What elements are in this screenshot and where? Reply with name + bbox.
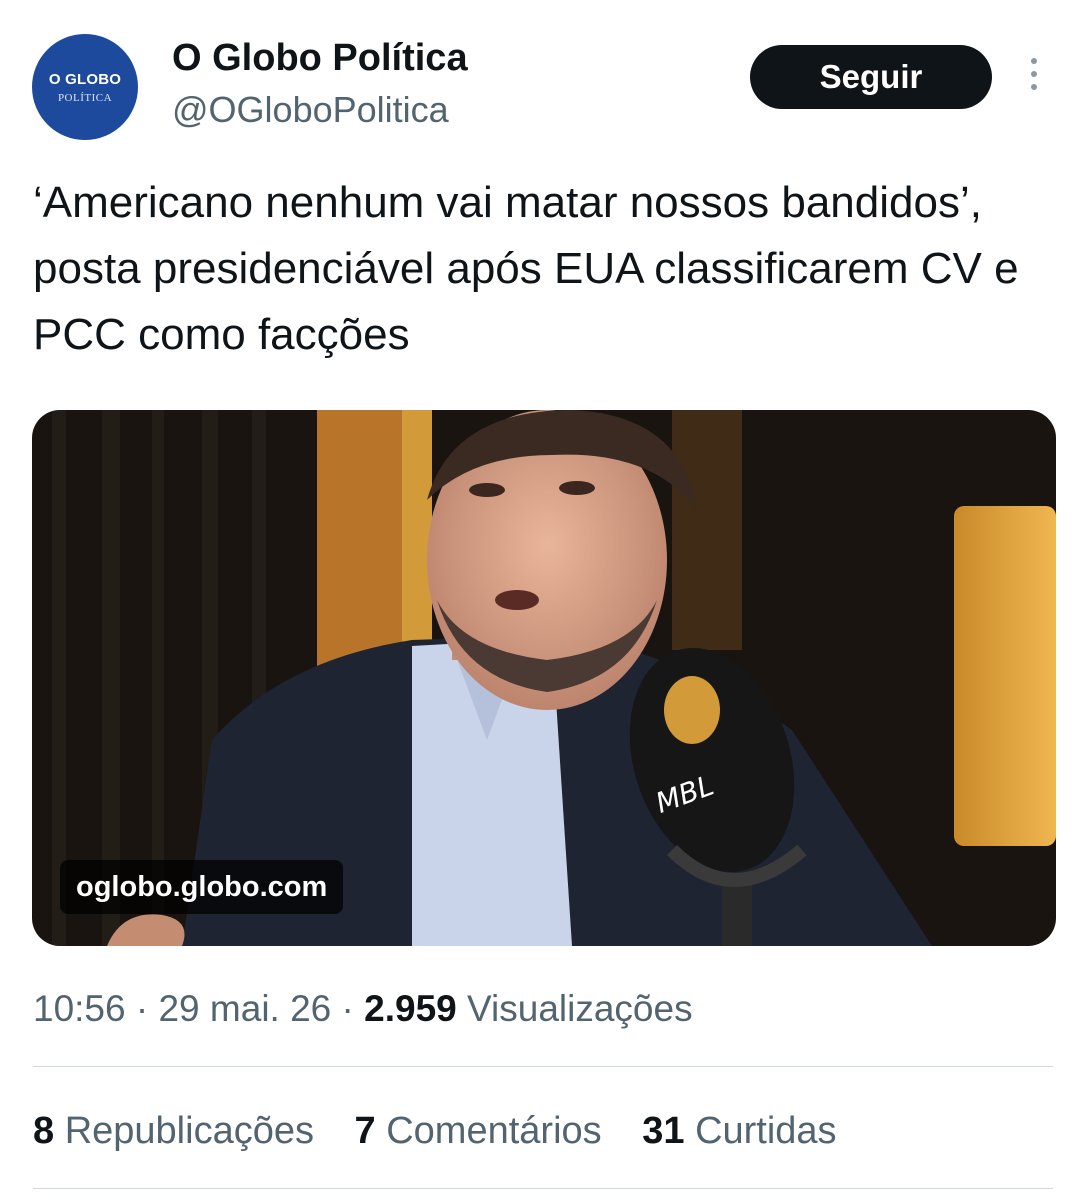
- likes-stat[interactable]: 31 Curtidas: [642, 1106, 836, 1156]
- avatar-logo-line2: POLÍTICA: [57, 91, 113, 104]
- engagement-stats: 8 Republicações 7 Comentários 31 Curtida…: [33, 1106, 867, 1156]
- comments-count: 7: [354, 1110, 376, 1152]
- account-handle[interactable]: @OGloboPolitica: [172, 88, 449, 132]
- more-options-icon[interactable]: [1022, 58, 1046, 98]
- meta-separator: ·: [341, 988, 354, 1029]
- meta-separator: ·: [135, 988, 149, 1029]
- comments-stat[interactable]: 7 Comentários: [355, 1106, 602, 1156]
- link-domain-badge[interactable]: oglobo.globo.com: [60, 860, 344, 914]
- reposts-count: 8: [33, 1110, 55, 1152]
- account-name[interactable]: O Globo Política: [172, 36, 468, 80]
- reposts-stat[interactable]: 8 Republicações: [33, 1106, 314, 1156]
- divider: [33, 1066, 1053, 1067]
- tweet-date[interactable]: 29 mai. 26: [158, 988, 331, 1029]
- divider: [33, 1188, 1053, 1189]
- likes-count: 31: [642, 1110, 685, 1152]
- follow-button[interactable]: Seguir: [750, 45, 992, 109]
- tweet-time[interactable]: 10:56: [33, 988, 126, 1029]
- likes-label: Curtidas: [695, 1110, 837, 1152]
- reposts-label: Republicações: [64, 1110, 314, 1152]
- tweet-meta: 10:56 · 29 mai. 26 · 2.959 Visualizações: [33, 984, 693, 1034]
- comments-label: Comentários: [386, 1110, 602, 1152]
- avatar-logo-line1: O GLOBO: [48, 70, 122, 88]
- avatar[interactable]: O GLOBO POLÍTICA: [32, 34, 138, 140]
- views-count: 2.959: [364, 988, 457, 1029]
- tweet-text: ‘Americano nenhum vai matar nossos bandi…: [33, 178, 1019, 359]
- views-label: Visualizações: [467, 988, 693, 1029]
